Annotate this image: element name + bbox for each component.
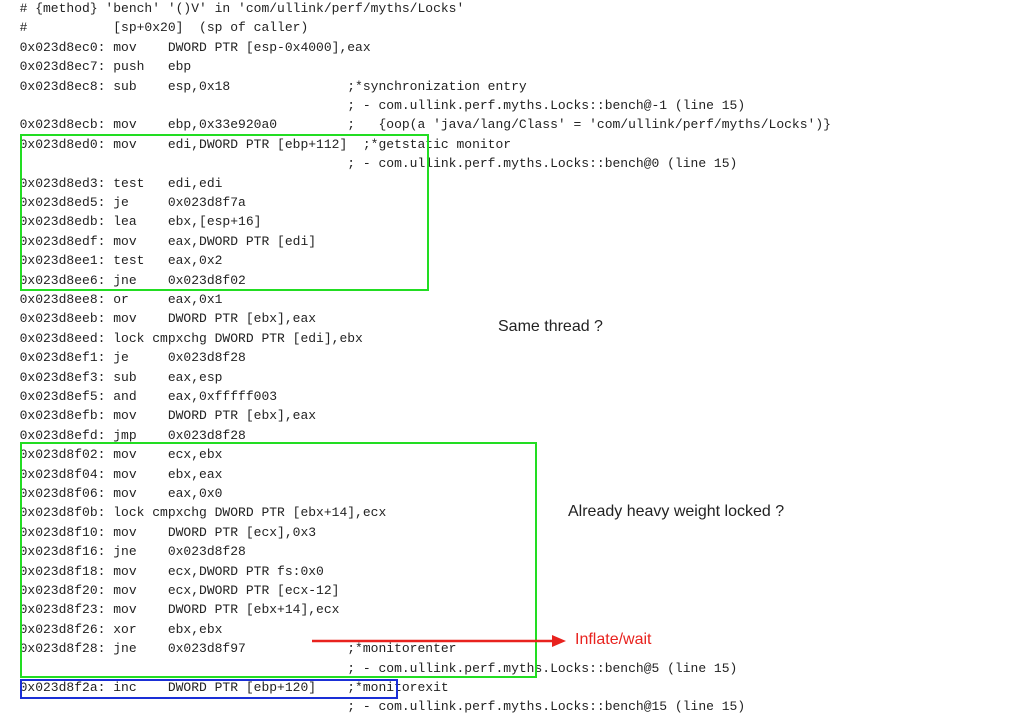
- listing-line: 0x023d8ec0: mov DWORD PTR [esp-0x4000],e…: [4, 39, 371, 55]
- monitorexit-box: [20, 679, 398, 699]
- listing-line: # {method} 'bench' '()V' in 'com/ullink/…: [4, 1, 465, 16]
- listing-line: ; - com.ullink.perf.myths.Locks::bench@1…: [4, 699, 746, 715]
- listing-line: 0x023d8ef5: and eax,0xfffff003: [4, 389, 278, 404]
- listing-line: 0x023d8ec7: push ebp: [4, 59, 192, 75]
- heavy-weight-note: Already heavy weight locked ?: [568, 503, 785, 520]
- listing-line: 0x023d8eeb: mov DWORD PTR [ebx],eax: [4, 311, 317, 327]
- getstatic-check-box: [20, 134, 429, 291]
- listing-line: 0x023d8efb: mov DWORD PTR [ebx],eax: [4, 408, 317, 424]
- listing-line: ; - com.ullink.perf.myths.Locks::bench@-…: [4, 98, 746, 113]
- heavy-weight-lock-box: [20, 442, 537, 678]
- listing-line: 0x023d8ee8: or eax,0x1: [4, 292, 223, 307]
- same-thread-note: Same thread ?: [498, 318, 603, 335]
- listing-line: # [sp+0x20] (sp of caller): [4, 20, 309, 36]
- listing-line: 0x023d8eed: lock cmpxchg DWORD PTR [edi]…: [4, 330, 363, 346]
- inflate-wait-label: Inflate/wait: [575, 631, 652, 648]
- listing-line: 0x023d8ec8: sub esp,0x18 ;*synchronizati…: [4, 78, 527, 94]
- listing-line: 0x023d8ef3: sub eax,esp: [4, 369, 223, 385]
- listing-line: 0x023d8ecb: mov ebp,0x33e920a0 ; {oop(a …: [4, 117, 831, 133]
- listing-line: 0x023d8ef1: je 0x023d8f28: [4, 350, 246, 366]
